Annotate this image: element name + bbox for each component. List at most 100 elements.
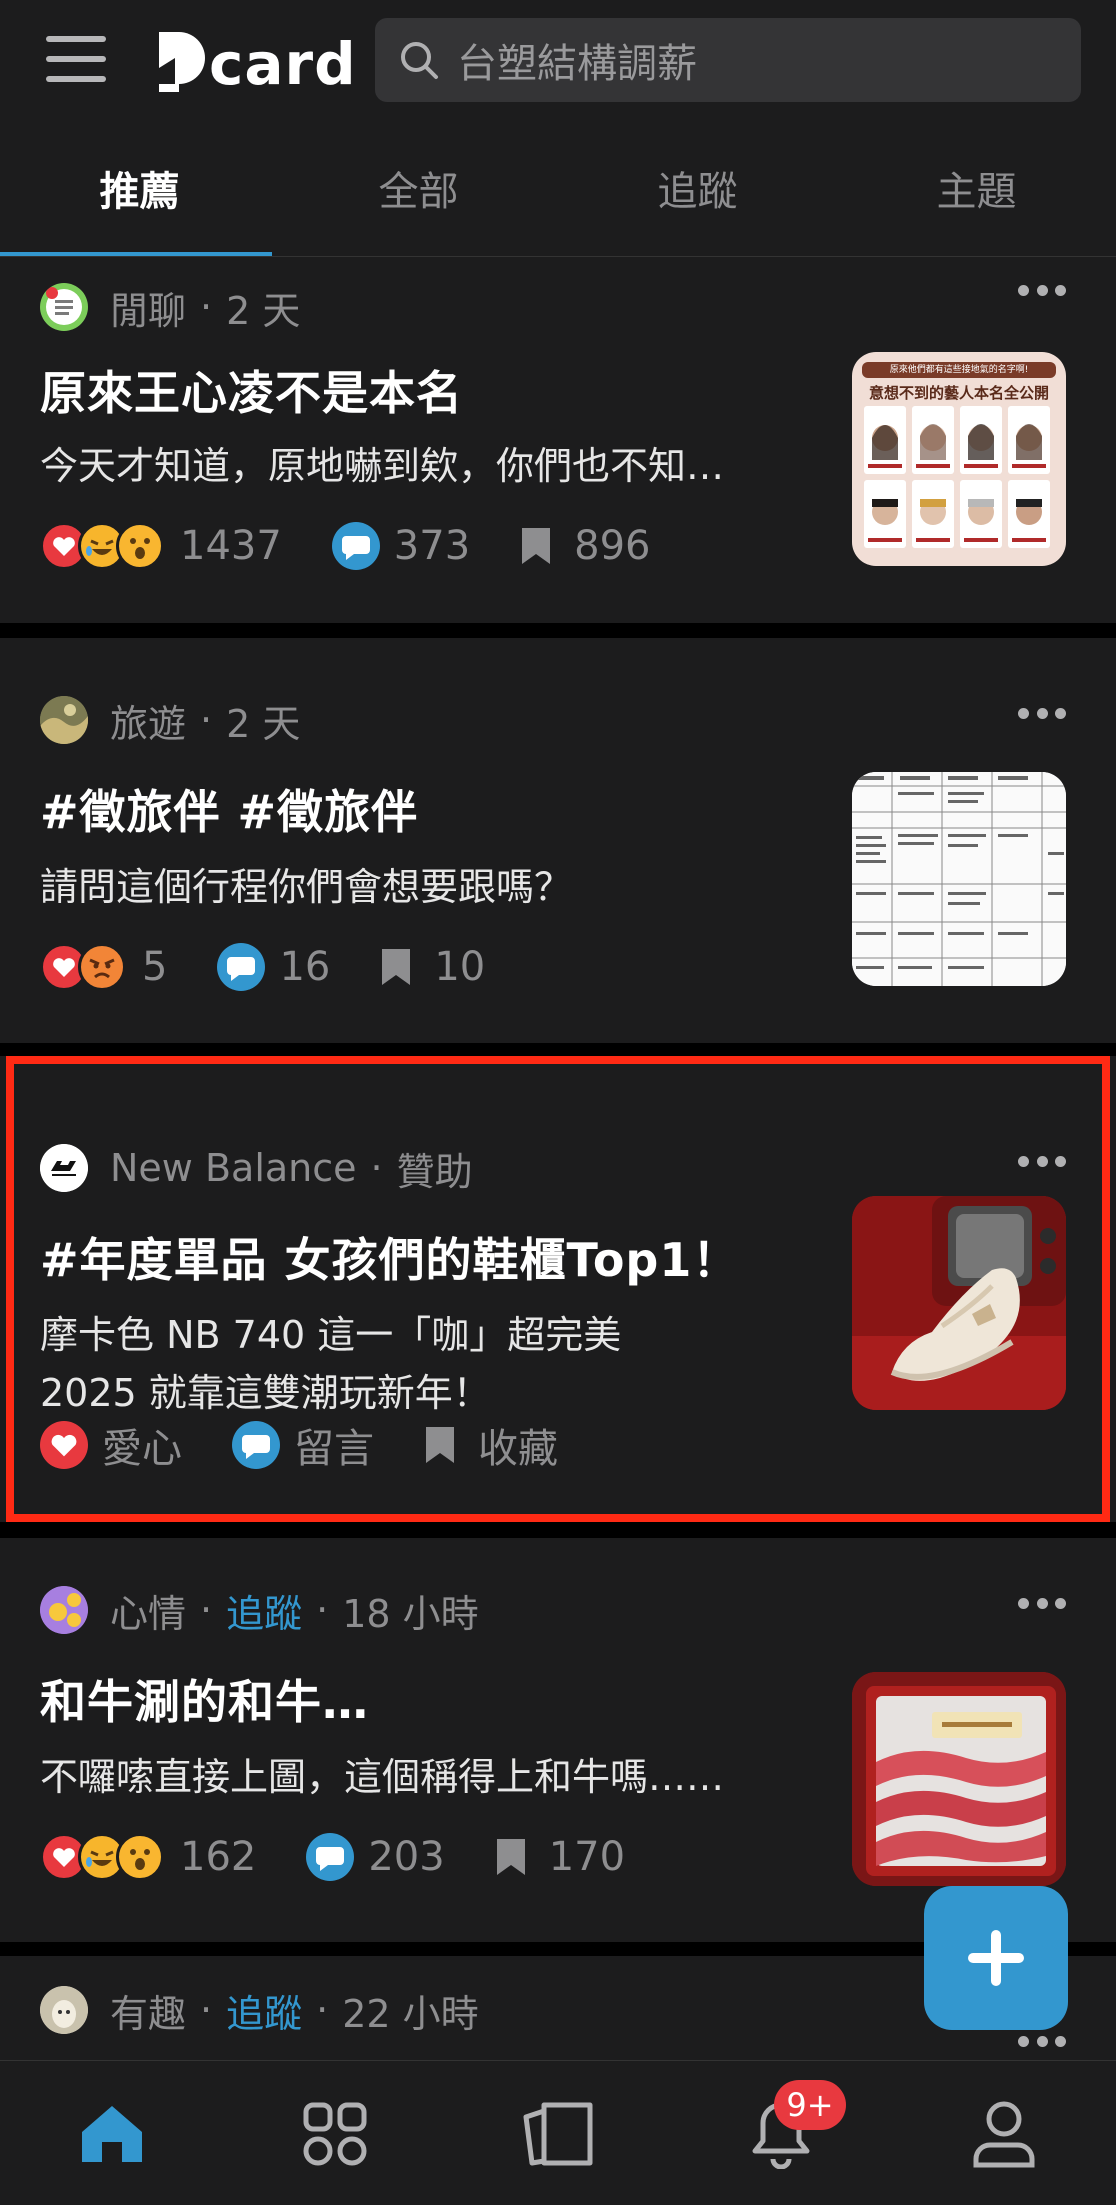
comment-stat[interactable]: 373 [331,522,471,570]
reaction-group[interactable] [40,943,126,991]
bookmark-label: 收藏 [478,1426,558,1472]
dcard-app: 閒聊 · 2 天 原來王心凌不是本名 今天才知道，原地嚇到欸，你們也不知… 原來… [0,0,1116,2205]
comment-count: 373 [393,523,471,569]
post-card[interactable]: 閒聊 · 2 天 原來王心凌不是本名 今天才知道，原地嚇到欸，你們也不知… 原來… [0,257,1116,623]
nav-forums[interactable] [223,2061,446,2205]
post-meta: 閒聊 · 2 天 [40,277,300,337]
post-thumbnail[interactable] [852,1672,1066,1886]
bookmark-count: 896 [574,523,651,569]
comment-count: 16 [279,944,331,990]
tab-all[interactable]: 全部 [279,128,558,256]
hamburger-icon[interactable] [46,36,106,82]
forum-avatar[interactable] [40,283,88,331]
post-meta: 旅遊 · 2 天 [40,690,300,750]
post-meta: 心情 · 追蹤 · 18 小時 [40,1580,479,1640]
logo-mark [155,28,207,96]
more-icon[interactable] [1018,708,1066,720]
reaction-group[interactable] [40,1833,164,1881]
sponsored-post-card[interactable]: New Balance · 贊助 #年度單品 女孩們的鞋櫃Top1！ 摩卡色 N… [0,1056,1116,1522]
comment-stat[interactable]: 16 [217,943,330,991]
search-bar[interactable]: 台塑結構調薪 [375,18,1081,102]
post-stats: 162 203 170 [40,1832,625,1882]
post-thumbnail[interactable] [852,1196,1066,1410]
comment-icon [331,522,380,570]
top-header: card 台塑結構調薪 推薦 全部 追蹤 主題 [0,0,1116,257]
bookmark-stat[interactable]: 10 [380,944,485,990]
sneaker-image [852,1196,1066,1410]
brand-avatar[interactable] [40,1144,88,1192]
reaction-group[interactable] [40,522,164,570]
meta-separator: · [316,1988,329,2032]
logo-text: card [209,30,357,98]
post-card[interactable]: 心情 · 追蹤 · 18 小時 和牛涮的和牛… 不囉嗦直接上圖，這個稱得上和牛嗎… [0,1538,1116,1942]
more-icon[interactable] [1018,2036,1066,2048]
post-time: 2 天 [226,288,301,333]
bookmark-icon [520,526,552,566]
post-excerpt-line1: 摩卡色 NB 740 這一「咖」超完美 [40,1313,622,1357]
post-card[interactable]: 旅遊 · 2 天 #徵旅伴 #徵旅伴 請問這個行程你們會想要跟嗎？ 5 16 1… [0,638,1116,1043]
post-title[interactable]: 原來王心凌不是本名 [40,357,463,423]
post-thumbnail[interactable] [852,772,1066,986]
post-stats: 1437 373 896 [40,521,651,571]
tab-following[interactable]: 追蹤 [558,128,837,256]
comment-stat[interactable]: 203 [306,1833,445,1881]
meta-separator: · [200,698,213,742]
bookmark-count: 10 [434,944,486,990]
post-title[interactable]: #徵旅伴 #徵旅伴 [40,776,418,842]
comment-icon [232,1421,280,1469]
meta-separator: · [200,285,213,329]
comment-icon [306,1833,355,1881]
more-icon[interactable] [1018,1156,1066,1168]
like-label: 愛心 [102,1426,182,1472]
brand-name[interactable]: New Balance [110,1146,357,1190]
post-time: 2 天 [226,701,301,746]
comment-action[interactable]: 留言 [232,1416,374,1474]
forum-avatar[interactable] [40,1586,88,1634]
follow-label[interactable]: 追蹤 [226,1983,302,2038]
meta-separator: · [316,1588,329,1632]
post-excerpt: 請問這個行程你們會想要跟嗎？ [40,865,573,909]
nav-cards[interactable] [446,2061,669,2205]
post-title[interactable]: #年度單品 女孩們的鞋櫃Top1！ [40,1224,739,1290]
home-icon [81,2105,142,2162]
tab-topics[interactable]: 主題 [837,128,1116,256]
more-icon[interactable] [1018,285,1066,297]
forum-avatar[interactable] [40,696,88,744]
nav-profile[interactable] [893,2061,1116,2205]
bookmark-stat[interactable]: 170 [495,1834,625,1880]
forum-name[interactable]: 心情 [110,1583,186,1638]
wow-emoji-icon [116,1833,164,1881]
like-count: 162 [180,1834,257,1880]
like-action[interactable]: 愛心 [40,1416,182,1474]
forum-name[interactable]: 有趣 [110,1983,186,2038]
post-thumbnail[interactable]: 原來他們都有這些接地氣的名字啊! 意想不到的藝人本名全公開 [852,352,1066,566]
search-icon [401,42,438,79]
post-stats: 5 16 10 [40,942,485,992]
bookmark-action[interactable]: 收藏 [424,1416,558,1474]
wagyu-image [852,1672,1066,1886]
follow-label[interactable]: 追蹤 [226,1583,302,1638]
heart-icon [40,1421,88,1469]
create-post-button[interactable] [924,1886,1068,2030]
plus-icon [968,1930,1024,1986]
wow-emoji-icon [116,522,164,570]
bookmark-icon [495,1837,527,1877]
header-divider [0,256,1116,257]
search-input[interactable]: 台塑結構調薪 [457,31,697,89]
itinerary-table-image [852,772,1066,986]
nav-notifications[interactable] [670,2061,893,2205]
meta-separator: · [370,1146,383,1190]
forum-avatar[interactable] [40,1986,88,2034]
bookmark-stat[interactable]: 896 [520,523,651,569]
forum-name[interactable]: 閒聊 [110,280,186,335]
tab-recommended[interactable]: 推薦 [0,128,279,256]
like-count: 5 [142,944,168,990]
more-icon[interactable] [1018,1598,1066,1610]
comment-label: 留言 [294,1426,374,1472]
nav-home[interactable] [0,2061,223,2205]
feed-tabs: 推薦 全部 追蹤 主題 [0,128,1116,256]
dcard-logo[interactable]: card [155,24,357,96]
post-meta: New Balance · 贊助 [40,1138,473,1198]
forum-name[interactable]: 旅遊 [110,693,186,748]
post-title[interactable]: 和牛涮的和牛… [40,1666,369,1732]
